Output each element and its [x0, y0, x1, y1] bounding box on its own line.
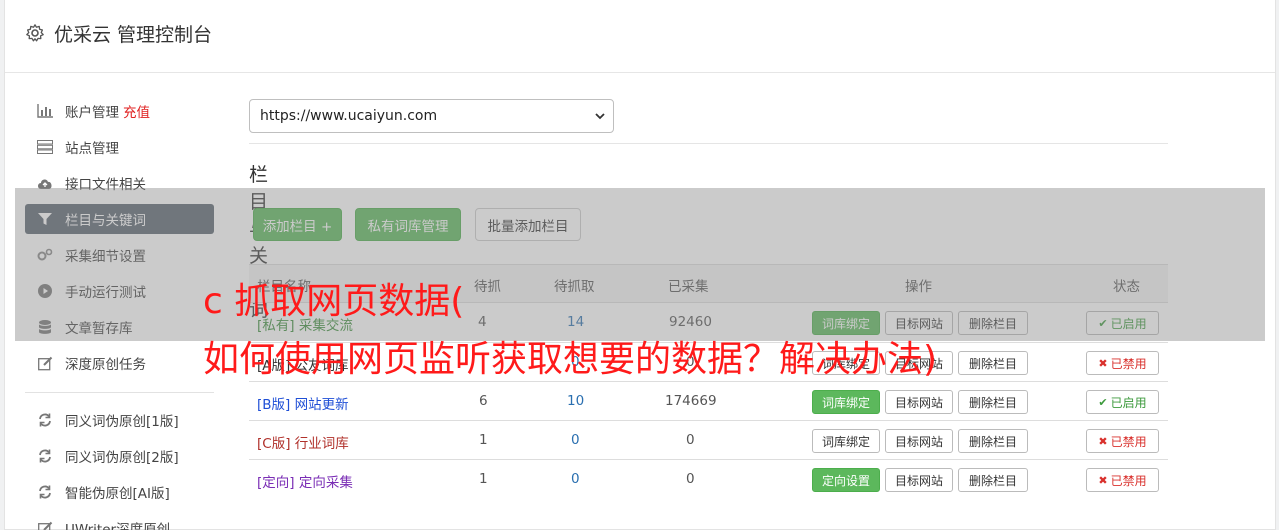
refresh-icon [36, 483, 54, 501]
sidebar-item-label: 深度原创任务 [65, 357, 146, 373]
sidebar-item-label: 智能伪原创[AI版] [65, 486, 170, 502]
sidebar-item-synonym-v1[interactable]: 同义词伪原创[1版] [25, 405, 214, 435]
status-toggle[interactable]: ✖ 已禁用 [1086, 429, 1159, 453]
pending-count: 6 [479, 393, 488, 409]
collected-count: 0 [686, 432, 695, 448]
refresh-icon [36, 447, 54, 465]
recharge-link[interactable]: 充值 [123, 101, 150, 121]
delete-column-button[interactable]: 删除栏目 [958, 390, 1028, 414]
site-select-value: https://www.ucaiyun.com [260, 108, 438, 124]
sidebar-item-account[interactable]: 账户管理 充值 [25, 96, 214, 126]
edit-icon [36, 354, 54, 372]
close-icon: ✖ [1098, 434, 1108, 448]
delete-column-button[interactable]: 删除栏目 [958, 468, 1028, 492]
to-fetch-count[interactable]: 0 [571, 432, 580, 448]
column-name-link[interactable]: [B版] 网站更新 [257, 393, 349, 413]
sidebar-item-label: 同义词伪原创[1版] [65, 414, 179, 430]
target-site-button[interactable]: 目标网站 [885, 429, 953, 453]
bind-lib-button[interactable]: 定向设置 [812, 468, 880, 492]
table-row: [B版] 网站更新 6 10 174669 词库绑定 目标网站 删除栏目 ✔ 已启用 [249, 381, 1168, 420]
overlay-title-line2: 如何使用网页监听获取想要的数据？解决办法) [203, 339, 938, 380]
status-toggle[interactable]: ✖ 已禁用 [1086, 351, 1159, 375]
divider [249, 143, 1168, 144]
sidebar-item-label: 账户管理 [65, 105, 119, 121]
status-label: 已禁用 [1110, 434, 1147, 449]
close-icon: ✖ [1098, 473, 1108, 487]
sidebar-item-uwriter[interactable]: UWriter深度原创 [25, 513, 214, 530]
column-name-link[interactable]: [定向] 定向采集 [257, 471, 353, 491]
server-icon [36, 138, 54, 156]
bind-lib-button[interactable]: 词库绑定 [812, 429, 880, 453]
pending-count: 1 [479, 432, 488, 448]
table-row: [C版] 行业词库 1 0 0 词库绑定 目标网站 删除栏目 ✖ 已禁用 [249, 420, 1168, 459]
table-row: [定向] 定向采集 1 0 0 定向设置 目标网站 删除栏目 ✖ 已禁用 [249, 459, 1168, 498]
status-label: 已禁用 [1110, 356, 1147, 371]
status-toggle[interactable]: ✔ 已启用 [1086, 390, 1159, 414]
sidebar-item-sites[interactable]: 站点管理 [25, 132, 214, 162]
bind-lib-button[interactable]: 词库绑定 [812, 390, 880, 414]
collected-count: 174669 [665, 393, 717, 409]
collected-count: 0 [686, 471, 695, 487]
delete-column-button[interactable]: 删除栏目 [958, 429, 1028, 453]
refresh-icon [36, 411, 54, 429]
page-title: 优采云 管理控制台 [54, 24, 213, 46]
target-site-button[interactable]: 目标网站 [885, 390, 953, 414]
sidebar-item-label: 同义词伪原创[2版] [65, 450, 179, 466]
column-name-link[interactable]: [C版] 行业词库 [257, 432, 349, 452]
close-icon: ✖ [1098, 356, 1108, 370]
target-site-button[interactable]: 目标网站 [885, 468, 953, 492]
sidebar-item-synonym-v2[interactable]: 同义词伪原创[2版] [25, 441, 214, 471]
sidebar-divider [25, 392, 214, 393]
to-fetch-count[interactable]: 0 [571, 471, 580, 487]
edit-icon [36, 519, 54, 530]
gear-icon [26, 24, 44, 42]
chevron-down-icon [595, 113, 605, 120]
check-icon: ✔ [1098, 395, 1108, 409]
to-fetch-count[interactable]: 10 [567, 393, 584, 409]
overlay-title-line1: c 抓取网页数据( [203, 281, 465, 322]
status-toggle[interactable]: ✖ 已禁用 [1086, 468, 1159, 492]
sidebar-item-label: UWriter深度原创 [65, 522, 171, 530]
sidebar-item-label: 站点管理 [65, 141, 119, 157]
sidebar-item-deep-original[interactable]: 深度原创任务 [25, 348, 214, 378]
sidebar-item-ai-original[interactable]: 智能伪原创[AI版] [25, 477, 214, 507]
status-label: 已启用 [1110, 395, 1147, 410]
bar-chart-icon [36, 102, 54, 120]
status-label: 已禁用 [1110, 473, 1147, 488]
site-select[interactable]: https://www.ucaiyun.com [249, 99, 614, 133]
header: 优采云 管理控制台 [5, 0, 1275, 73]
pending-count: 1 [479, 471, 488, 487]
delete-column-button[interactable]: 删除栏目 [958, 351, 1028, 375]
